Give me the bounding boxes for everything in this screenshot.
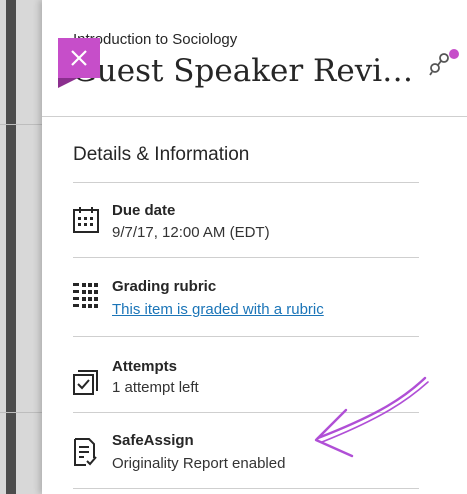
- item-title: Guest Speaker Revi…: [72, 53, 414, 89]
- background-divider: [0, 412, 42, 413]
- calendar-icon: [72, 206, 100, 239]
- attempts-icon: [72, 366, 100, 401]
- due-date-value: 9/7/17, 12:00 AM (EDT): [112, 224, 270, 241]
- attempts-label: Attempts: [112, 358, 178, 375]
- grading-rubric-label: Grading rubric: [112, 278, 217, 295]
- safeassign-value: Originality Report enabled: [112, 455, 286, 472]
- rubric-link[interactable]: This item is graded with a rubric: [112, 301, 324, 318]
- rubric-grid-icon: [72, 282, 100, 317]
- background-divider: [0, 124, 42, 125]
- due-date-label: Due date: [112, 202, 176, 219]
- panel-header: Introduction to Sociology Guest Speaker …: [42, 0, 467, 117]
- background-strip: [6, 0, 16, 494]
- divider: [73, 336, 419, 337]
- divider: [73, 412, 419, 413]
- close-button[interactable]: [58, 38, 100, 78]
- divider: [73, 257, 419, 258]
- section-heading: Details & Information: [73, 144, 250, 165]
- close-icon: [71, 50, 87, 66]
- divider: [73, 182, 419, 183]
- rubric-toggle-icon[interactable]: [427, 46, 461, 80]
- safeassign-icon: [72, 437, 98, 472]
- attempts-value: 1 attempt left: [112, 379, 199, 396]
- divider: [73, 488, 419, 489]
- background-page: [0, 0, 42, 494]
- details-panel: Introduction to Sociology Guest Speaker …: [42, 0, 467, 494]
- close-button-tail: [58, 78, 78, 88]
- safeassign-label: SafeAssign: [112, 432, 194, 449]
